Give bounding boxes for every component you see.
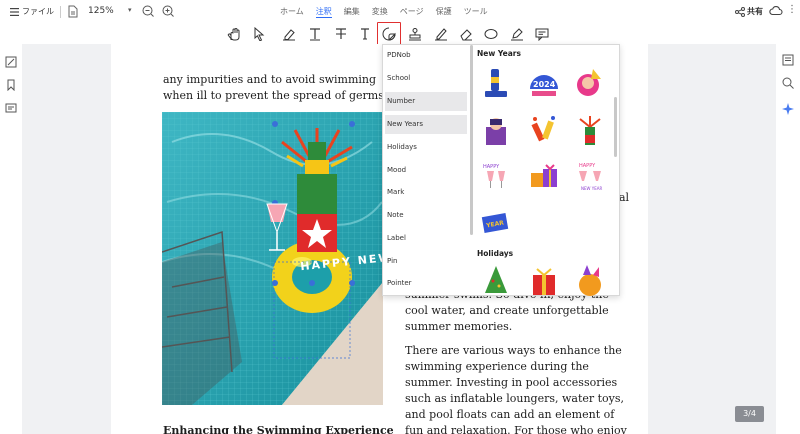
pen-icon[interactable] bbox=[432, 26, 450, 42]
tab-edit[interactable]: 編集 bbox=[344, 6, 360, 18]
2024-sticker[interactable]: 2024 bbox=[527, 67, 561, 101]
category-mood[interactable]: Mood bbox=[385, 161, 467, 180]
sticker-tool-icon[interactable] bbox=[377, 22, 401, 46]
page-icon[interactable] bbox=[68, 5, 78, 18]
share-button[interactable]: 共有 bbox=[735, 6, 763, 17]
section-title: Holidays bbox=[477, 249, 514, 258]
svg-text:2024: 2024 bbox=[533, 80, 556, 89]
champagne-bottle-sticker[interactable] bbox=[573, 113, 607, 147]
file-menu-label: ファイル bbox=[22, 7, 54, 16]
gift-boxes-sticker[interactable] bbox=[527, 159, 561, 193]
tab-annotate[interactable]: 注釈 bbox=[315, 6, 332, 18]
more-icon[interactable]: ⋮ bbox=[787, 4, 797, 15]
category-note[interactable]: Note bbox=[385, 206, 467, 225]
category-mark[interactable]: Mark bbox=[385, 183, 467, 202]
right-sidebar bbox=[776, 44, 800, 434]
christmas-tree-sticker[interactable] bbox=[479, 263, 513, 297]
new-year-bottle-sticker[interactable] bbox=[479, 67, 513, 101]
ai-sparkle-icon[interactable] bbox=[782, 103, 794, 115]
new-year-sign-sticker[interactable]: YEAR bbox=[479, 205, 513, 239]
category-pin[interactable]: Pin bbox=[385, 252, 467, 271]
hamburger-icon bbox=[10, 7, 19, 16]
category-new-years[interactable]: New Years bbox=[385, 115, 467, 134]
sticker-scrollbar[interactable] bbox=[614, 97, 617, 157]
divider bbox=[60, 6, 61, 18]
svg-text:HAPPY: HAPPY bbox=[483, 164, 500, 170]
cloud-sync-icon[interactable] bbox=[769, 5, 783, 16]
tab-convert[interactable]: 変換 bbox=[372, 6, 388, 18]
category-pointer[interactable]: Pointer bbox=[385, 274, 467, 293]
tab-tools[interactable]: ツール bbox=[464, 6, 488, 18]
svg-text:HAPPY: HAPPY bbox=[579, 163, 596, 169]
comment-icon[interactable] bbox=[533, 26, 551, 42]
share-label: 共有 bbox=[747, 7, 763, 16]
happy-new-year-glasses-sticker[interactable]: HAPPY bbox=[479, 159, 513, 193]
eraser-icon[interactable] bbox=[457, 26, 475, 42]
sticker-picker-panel: PDNob School Number New Years Holidays M… bbox=[382, 44, 620, 296]
category-label[interactable]: Label bbox=[385, 229, 467, 248]
category-school[interactable]: School bbox=[385, 69, 467, 88]
section-heading: Enhancing the Swimming Experience bbox=[163, 424, 394, 434]
zoom-level[interactable]: 125% bbox=[88, 6, 114, 16]
pool-photo: HAPPY NEW bbox=[162, 112, 383, 405]
tab-protect[interactable]: 保護 bbox=[436, 6, 452, 18]
champagne-girl-sticker[interactable] bbox=[479, 113, 513, 147]
zoom-out-icon[interactable] bbox=[142, 5, 154, 17]
sticker-grid: New Years 2024 HAPPY HAPPY NEW YEAR YEAR… bbox=[473, 45, 620, 297]
party-girl-sticker[interactable] bbox=[573, 67, 607, 101]
left-sidebar bbox=[0, 44, 22, 434]
sticker-category-list: PDNob School Number New Years Holidays M… bbox=[383, 45, 471, 295]
properties-icon[interactable] bbox=[782, 54, 794, 66]
firecrackers-sticker[interactable] bbox=[527, 113, 561, 147]
category-pdnob[interactable]: PDNob bbox=[385, 46, 467, 65]
thumbnail-icon[interactable] bbox=[5, 56, 17, 68]
text-icon[interactable] bbox=[306, 26, 324, 42]
zoom-in-icon[interactable] bbox=[162, 5, 174, 17]
tab-page[interactable]: ページ bbox=[400, 6, 424, 18]
clipped-text: al bbox=[619, 191, 630, 204]
highlight-icon[interactable] bbox=[280, 26, 298, 42]
search-icon[interactable] bbox=[782, 77, 794, 89]
signature-icon[interactable] bbox=[508, 26, 526, 42]
happy-new-year-toast-sticker[interactable]: HAPPY NEW YEAR bbox=[573, 159, 607, 193]
ellipse-icon[interactable] bbox=[482, 26, 500, 42]
strikethrough-icon[interactable] bbox=[332, 26, 350, 42]
bookmark-icon[interactable] bbox=[5, 79, 17, 91]
section-title: New Years bbox=[477, 49, 521, 58]
svg-text:NEW YEAR: NEW YEAR bbox=[581, 186, 602, 191]
paragraph: There are various ways to enhance the sw… bbox=[405, 344, 627, 434]
file-menu[interactable]: ファイル bbox=[10, 6, 54, 17]
hand-tool-icon[interactable] bbox=[225, 26, 243, 42]
paragraph: any impurities and to avoid swimming whe… bbox=[163, 73, 388, 102]
tab-home[interactable]: ホーム bbox=[280, 6, 304, 18]
main-tabs: ホーム 注釈 編集 変換 ページ 保護 ツール bbox=[280, 6, 488, 18]
share-icon bbox=[735, 6, 745, 17]
category-holidays[interactable]: Holidays bbox=[385, 138, 467, 157]
stamp-icon[interactable] bbox=[406, 26, 424, 42]
select-cursor-icon[interactable] bbox=[250, 26, 268, 42]
category-number[interactable]: Number bbox=[385, 92, 467, 111]
party-cat-sticker[interactable] bbox=[573, 263, 607, 297]
chevron-down-icon[interactable]: ▾ bbox=[128, 6, 132, 14]
page-indicator: 3/4 bbox=[735, 406, 764, 422]
comments-panel-icon[interactable] bbox=[5, 103, 17, 115]
gift-box-sticker[interactable] bbox=[527, 263, 561, 297]
text-box-icon[interactable] bbox=[356, 26, 374, 42]
top-bar: ファイル 125% ▾ ホーム 注釈 編集 変換 ページ 保護 ツール 共有 ⋮ bbox=[0, 0, 800, 24]
